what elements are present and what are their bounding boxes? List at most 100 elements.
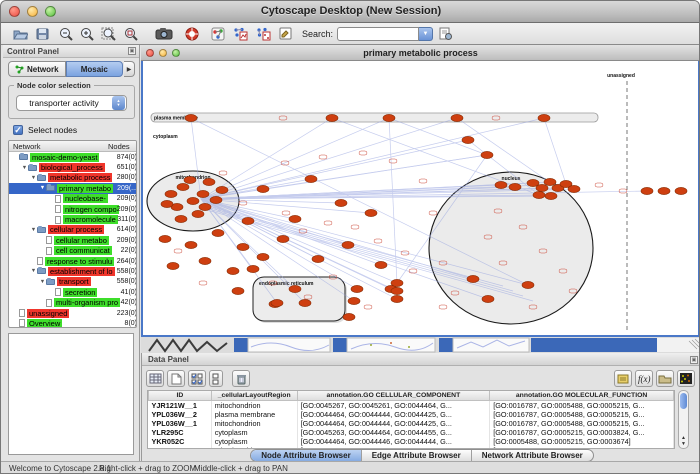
tree-row[interactable]: ▼biological_process651(0) <box>9 162 136 172</box>
network-node[interactable] <box>544 178 556 185</box>
network-node[interactable] <box>533 191 545 198</box>
network-node[interactable] <box>383 114 395 121</box>
network-node[interactable] <box>227 267 239 274</box>
network-node[interactable] <box>203 178 215 185</box>
network-node[interactable] <box>289 215 301 222</box>
tree-expand-icon[interactable]: ▼ <box>30 227 37 233</box>
network-node[interactable] <box>365 209 377 216</box>
network-node[interactable] <box>536 184 548 191</box>
network-node[interactable] <box>391 287 403 294</box>
network-node[interactable] <box>167 262 179 269</box>
tree-expand-icon[interactable]: ▼ <box>30 268 37 274</box>
layout-a-icon[interactable] <box>233 25 248 43</box>
network-node[interactable] <box>299 299 311 306</box>
delete-attribute-icon[interactable] <box>232 370 250 387</box>
network-node[interactable] <box>538 114 550 121</box>
network-node[interactable] <box>467 275 479 282</box>
table-row[interactable]: YJR121W__1mitochondrion[GO:0045267, GO:0… <box>149 400 674 410</box>
search-dropdown-icon[interactable]: ▼ <box>419 27 433 41</box>
open-session-icon[interactable] <box>13 25 28 43</box>
network-node[interactable] <box>522 281 534 288</box>
network-node[interactable] <box>177 183 189 190</box>
network-node[interactable] <box>312 255 324 262</box>
attribute-table-icon[interactable] <box>146 370 164 387</box>
table-row[interactable]: YKR052Ccytoplasm[GO:0044464, GO:0044446,… <box>149 437 674 446</box>
network-node[interactable] <box>175 215 187 222</box>
tree-expand-icon[interactable]: ▼ <box>39 185 46 191</box>
zoom-selected-icon[interactable] <box>123 25 139 43</box>
new-attribute-icon[interactable] <box>167 370 185 387</box>
zoom-out-icon[interactable] <box>59 25 74 43</box>
network-node[interactable] <box>237 243 249 250</box>
network-node[interactable] <box>271 299 283 306</box>
save-session-icon[interactable] <box>36 25 49 43</box>
network-node[interactable] <box>545 192 557 199</box>
tab-network-attribute-browser[interactable]: Network Attribute Browser <box>471 450 593 461</box>
network-node[interactable] <box>481 151 493 158</box>
table-row[interactable]: YLR295Ccytoplasm[GO:0045263, GO:0044464,… <box>149 428 674 437</box>
tree-row[interactable]: Overview8(0) <box>9 318 136 328</box>
network-node[interactable] <box>641 187 653 194</box>
network-node[interactable] <box>342 241 354 248</box>
network-node[interactable] <box>232 287 244 294</box>
tree-row[interactable]: response to stimulu264(0) <box>9 256 136 266</box>
network-node[interactable] <box>658 187 670 194</box>
scrollbar-thumb[interactable] <box>680 393 687 409</box>
network-node[interactable] <box>212 229 224 236</box>
tree-row[interactable]: ▼primary metabo209(... <box>9 183 136 193</box>
network-node[interactable] <box>482 295 494 302</box>
select-nodes-checkbox[interactable]: ✓ <box>13 125 23 135</box>
network-overview-panel[interactable] <box>8 333 134 455</box>
scrollbar-arrows[interactable]: ▲▼ <box>679 435 688 447</box>
table-scrollbar[interactable]: ▲▼ <box>678 390 689 449</box>
network-node[interactable] <box>184 176 196 183</box>
tab-edge-attribute-browser[interactable]: Edge Attribute Browser <box>361 450 471 461</box>
tree-row[interactable]: multi-organism pro42(0) <box>9 297 136 307</box>
network-node[interactable] <box>242 217 254 224</box>
table-row[interactable]: YPL036W__2plasma membrane[GO:0044464, GO… <box>149 410 674 419</box>
table-column-header[interactable]: annotation.GO MOLECULAR_FUNCTION <box>490 391 674 400</box>
snapshot-icon[interactable] <box>155 25 173 43</box>
network-node[interactable] <box>675 187 687 194</box>
zoom-in-icon[interactable] <box>80 25 95 43</box>
matrix-icon[interactable] <box>677 370 695 387</box>
tree-expand-icon[interactable]: ▼ <box>39 279 46 285</box>
network-node[interactable] <box>247 265 259 272</box>
tab-mosaic[interactable]: Mosaic <box>66 61 124 77</box>
network-node[interactable] <box>257 253 269 260</box>
network-node[interactable] <box>305 175 317 182</box>
network-canvas[interactable]: plasma membranecytoplasmmitochondrionnuc… <box>143 61 698 335</box>
network-node[interactable] <box>343 313 355 320</box>
table-column-header[interactable]: ID <box>149 391 212 400</box>
network-node[interactable] <box>159 235 171 242</box>
network-node[interactable] <box>391 279 403 286</box>
tree-row[interactable]: ▼transport558(0) <box>9 277 136 287</box>
unselect-attributes-icon[interactable] <box>209 370 223 387</box>
tree-row[interactable]: nitrogen compo209(0) <box>9 204 136 214</box>
network-node[interactable] <box>210 196 222 203</box>
network-node[interactable] <box>375 261 387 268</box>
search-input[interactable] <box>337 27 419 41</box>
tree-row[interactable]: cellular metabo209(0) <box>9 235 136 245</box>
tree-row[interactable]: unassigned223(0) <box>9 308 136 318</box>
network-node[interactable] <box>348 297 360 304</box>
tree-row[interactable]: ▼cellular process614(0) <box>9 225 136 235</box>
network-node[interactable] <box>197 190 209 197</box>
tree-expand-icon[interactable]: ▼ <box>21 165 28 171</box>
search-settings-icon[interactable] <box>279 25 292 43</box>
select-attributes-icon[interactable] <box>188 370 206 387</box>
import-attributes-icon[interactable] <box>656 370 674 387</box>
network-node[interactable] <box>568 185 580 192</box>
network-node[interactable] <box>277 235 289 242</box>
tree-row[interactable]: nucleobase-209(0) <box>9 194 136 204</box>
network-node[interactable] <box>509 183 521 190</box>
node-color-dropdown[interactable]: transporter activity ▲▼ <box>16 95 127 111</box>
tree-expand-icon[interactable]: ▼ <box>30 175 37 181</box>
network-node[interactable] <box>391 295 403 302</box>
table-column-header[interactable]: annotation.GO CELLULAR_COMPONENT <box>297 391 490 400</box>
tabs-overflow-icon[interactable]: ▶ <box>124 61 135 77</box>
panel-float-icon[interactable]: ▣ <box>128 47 136 55</box>
network-node[interactable] <box>326 114 338 121</box>
network-node[interactable] <box>495 181 507 188</box>
network-node[interactable] <box>216 186 228 193</box>
